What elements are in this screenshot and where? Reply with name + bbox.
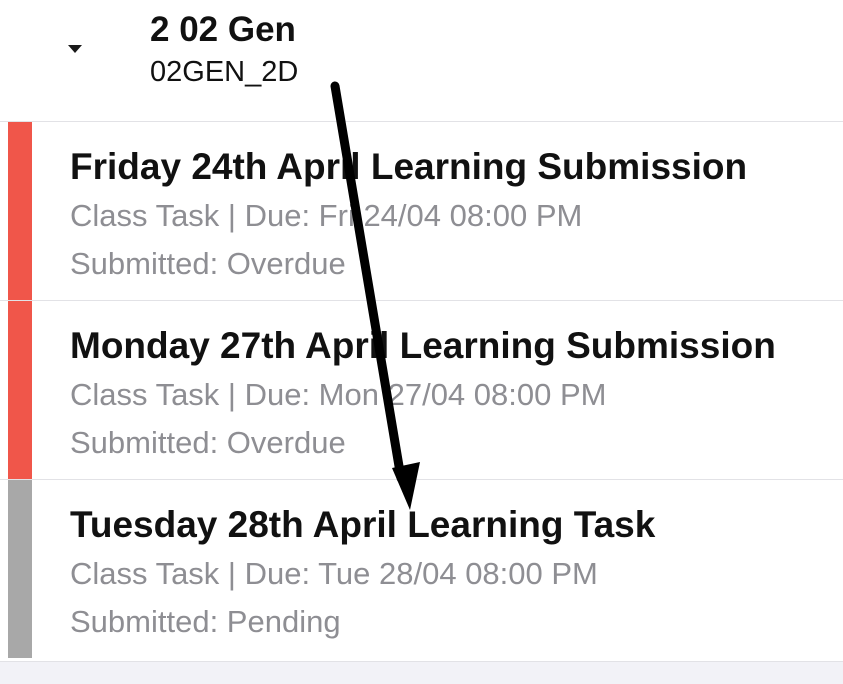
task-title: Monday 27th April Learning Submission (70, 325, 776, 366)
status-bar (8, 301, 32, 479)
list-footer (0, 661, 843, 684)
task-list: Friday 24th April Learning Submission Cl… (0, 121, 843, 658)
task-row[interactable]: Monday 27th April Learning Submission Cl… (0, 300, 843, 479)
task-row[interactable]: Friday 24th April Learning Submission Cl… (0, 121, 843, 300)
task-due: Class Task | Due: Tue 28/04 08:00 PM (70, 556, 598, 591)
task-row[interactable]: Tuesday 28th April Learning Task Class T… (0, 479, 843, 658)
task-status: Submitted: Pending (70, 604, 341, 639)
class-group-header[interactable]: 2 02 Gen 02GEN_2D (0, 0, 843, 121)
task-status: Submitted: Overdue (70, 425, 346, 460)
status-bar (8, 480, 32, 658)
task-title: Friday 24th April Learning Submission (70, 146, 748, 187)
class-code: 02GEN_2D (150, 56, 299, 88)
task-due: Class Task | Due: Fri 24/04 08:00 PM (70, 198, 583, 233)
task-title: Tuesday 28th April Learning Task (70, 504, 656, 545)
task-due: Class Task | Due: Mon 27/04 08:00 PM (70, 377, 607, 412)
task-status: Submitted: Overdue (70, 246, 346, 281)
class-title: 2 02 Gen (150, 10, 296, 49)
caret-down-icon[interactable] (68, 45, 82, 53)
status-bar (8, 122, 32, 300)
